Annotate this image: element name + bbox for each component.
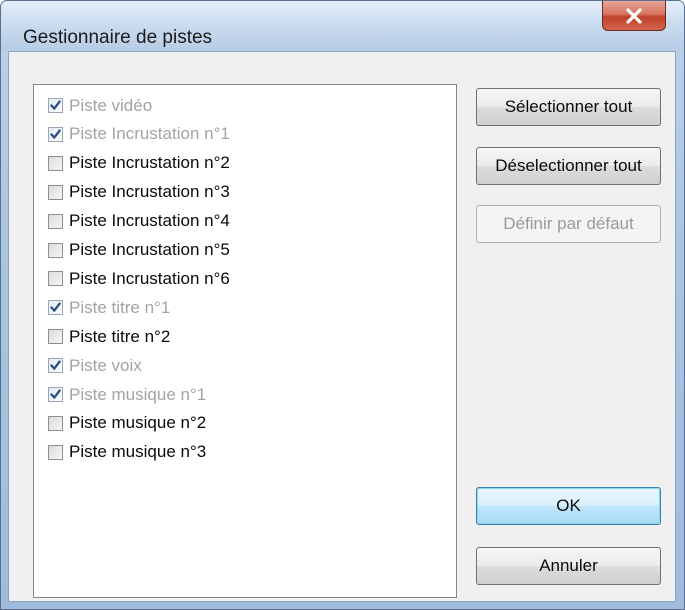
- track-list[interactable]: Piste vidéo Piste Incrustation n°1 Piste I…: [33, 84, 457, 598]
- track-label: Piste titre n°1: [69, 297, 171, 317]
- track-item[interactable]: Piste Incrustation n°6: [48, 265, 230, 292]
- track-item[interactable]: Piste titre n°2: [48, 323, 170, 350]
- track-label: Piste Incrustation n°1: [69, 124, 230, 144]
- track-label: Piste Incrustation n°3: [69, 182, 230, 202]
- track-item: Piste voix: [48, 352, 142, 379]
- checked-checkbox-icon: [48, 300, 63, 316]
- track-item[interactable]: Piste Incrustation n°3: [48, 179, 230, 206]
- track-label: Piste voix: [69, 355, 142, 375]
- checkbox[interactable]: [48, 213, 63, 229]
- checkbox[interactable]: [48, 242, 63, 258]
- checkbox[interactable]: [48, 155, 63, 171]
- close-x-icon: [625, 7, 643, 24]
- checked-checkbox-icon: [48, 387, 63, 402]
- track-item: Piste musique n°1: [48, 381, 206, 408]
- track-label: Piste Incrustation n°2: [69, 153, 230, 173]
- close-button[interactable]: [602, 1, 666, 31]
- checked-checkbox-icon: [48, 98, 63, 113]
- checkbox[interactable]: [48, 184, 63, 200]
- checked-checkbox-icon: [48, 358, 63, 374]
- track-label: Piste titre n°2: [69, 326, 171, 346]
- track-item[interactable]: Piste Incrustation n°5: [48, 237, 230, 264]
- track-item: Piste vidéo: [48, 92, 152, 119]
- select-all-button[interactable]: Sélectionner tout: [476, 88, 661, 126]
- track-item[interactable]: Piste Incrustation n°4: [48, 208, 230, 235]
- cancel-button[interactable]: Annuler: [476, 547, 661, 585]
- checkbox[interactable]: [48, 444, 63, 460]
- track-label: Piste Incrustation n°5: [69, 240, 230, 259]
- track-item[interactable]: Piste Incrustation n°2: [48, 150, 230, 177]
- checked-checkbox-icon: [48, 126, 63, 142]
- checkbox[interactable]: [48, 415, 63, 431]
- track-item[interactable]: Piste musique n°2: [48, 410, 206, 437]
- track-label: Piste musique n°3: [69, 442, 207, 462]
- checkbox[interactable]: [48, 271, 63, 287]
- track-label: Piste vidéo: [69, 95, 153, 115]
- track-label: Piste Incrustation n°4: [69, 211, 230, 231]
- track-item[interactable]: Piste musique n°3: [48, 439, 206, 466]
- track-manager-dialog: Gestionnaire de pistes Piste vidéo Piste …: [0, 0, 685, 610]
- track-item: Piste titre n°1: [48, 294, 170, 321]
- track-label: Piste Incrustation n°6: [69, 268, 230, 288]
- set-default-button: Définir par défaut: [476, 205, 661, 243]
- track-label: Piste musique n°1: [69, 384, 207, 404]
- title-bar[interactable]: Gestionnaire de pistes: [1, 1, 684, 51]
- checkbox[interactable]: [48, 329, 63, 345]
- dialog-body: Piste vidéo Piste Incrustation n°1 Piste I…: [8, 51, 676, 602]
- dialog-title: Gestionnaire de pistes: [23, 27, 213, 48]
- ok-button[interactable]: OK: [476, 487, 661, 525]
- track-label: Piste musique n°2: [69, 413, 207, 433]
- track-item: Piste Incrustation n°1: [48, 121, 230, 148]
- deselect-all-button[interactable]: Déselectionner tout: [476, 147, 661, 185]
